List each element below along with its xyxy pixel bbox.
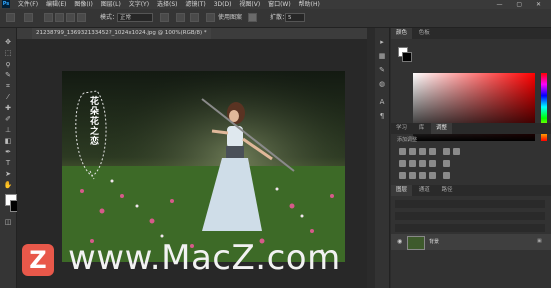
properties-icon[interactable]: ▦ (378, 52, 386, 60)
menu-help[interactable]: 帮助(H) (299, 0, 320, 9)
threshold-icon[interactable] (419, 172, 426, 179)
intersect-selection-icon[interactable] (77, 13, 86, 22)
menu-select[interactable]: 选择(S) (157, 0, 178, 9)
stamp-tool-icon[interactable]: ⊥ (3, 126, 13, 135)
pressure-icon[interactable] (160, 13, 169, 22)
invert-icon[interactable] (399, 172, 406, 179)
move-tool-icon[interactable]: ✥ (3, 38, 13, 47)
crop-tool-icon[interactable]: ⌗ (3, 82, 13, 91)
selective-color-icon[interactable] (443, 172, 450, 179)
mode-label: 模式： (100, 14, 119, 21)
canvas-vertical-text: 花朵花之恋 (90, 97, 100, 147)
pen-tool-icon[interactable]: ✒ (3, 148, 13, 157)
brightness-icon[interactable] (399, 148, 406, 155)
pattern-checkbox-icon[interactable] (206, 13, 215, 22)
color-lookup-icon[interactable] (443, 160, 450, 167)
watermark-text: www.MacZ.com (68, 238, 341, 278)
exposure-icon[interactable] (429, 148, 436, 155)
gradient-map-icon[interactable] (429, 172, 436, 179)
quick-select-tool-icon[interactable]: ✎ (3, 71, 13, 80)
menu-view[interactable]: 视图(V) (239, 0, 260, 9)
tool-preset-icon[interactable] (24, 13, 33, 22)
photo-filter-icon[interactable] (419, 160, 426, 167)
levels-icon[interactable] (409, 148, 416, 155)
type-tool-icon[interactable]: T (3, 159, 13, 168)
visibility-eye-icon[interactable]: ◉ (397, 238, 402, 245)
layer-row[interactable]: ◉ 背景 ▣ (391, 234, 551, 250)
menu-edit[interactable]: 编辑(E) (46, 0, 66, 9)
lock-fill-bar[interactable] (395, 224, 545, 232)
window-controls[interactable]: — ▢ ✕ (496, 0, 547, 9)
layer-name: 背景 (429, 239, 440, 245)
eraser-tool-icon[interactable]: ◧ (3, 137, 13, 146)
photoshop-logo-icon: Ps (2, 0, 10, 8)
pattern-picker[interactable] (248, 13, 257, 22)
history-icon[interactable]: ▸ (378, 38, 386, 46)
layers-panel-tabs: 图层 通道 路径 (391, 185, 551, 196)
menu-window[interactable]: 窗口(W) (268, 0, 291, 9)
menu-type[interactable]: 文字(Y) (129, 0, 149, 9)
healing-tool-icon[interactable]: ✚ (3, 104, 13, 113)
eyedropper-tool-icon[interactable]: ⁄ (3, 93, 13, 102)
photo-illustration (62, 71, 345, 262)
character-icon[interactable]: A (378, 98, 386, 106)
tab-adjustments[interactable]: 调整 (431, 123, 453, 134)
posterize-icon[interactable] (409, 172, 416, 179)
mode-select[interactable]: 正常 (117, 13, 153, 22)
color-balance-icon[interactable] (399, 160, 406, 167)
settings-icon[interactable] (176, 13, 185, 22)
tab-learn[interactable]: 学习 (391, 123, 412, 134)
paragraph-icon[interactable]: ¶ (378, 112, 386, 120)
tab-swatches[interactable]: 色板 (414, 28, 435, 39)
tab-channels[interactable]: 通道 (414, 185, 435, 196)
black-white-icon[interactable] (409, 160, 416, 167)
layer-filter-bar[interactable] (395, 200, 545, 208)
use-pattern-label: 使用图案 (218, 14, 243, 21)
menu-layer[interactable]: 图层(L) (101, 0, 121, 9)
marquee-tool-icon[interactable]: ⬚ (3, 49, 13, 58)
tab-color[interactable]: 颜色 (391, 28, 413, 39)
quick-mask-icon[interactable]: ◫ (3, 218, 13, 227)
menu-3d[interactable]: 3D(D) (214, 0, 232, 9)
hand-tool-icon[interactable]: ✋ (3, 181, 13, 190)
lasso-tool-icon[interactable]: ϙ (3, 60, 13, 69)
path-select-tool-icon[interactable]: ➤ (3, 170, 13, 179)
brush-tool-icon[interactable]: ✐ (3, 115, 13, 124)
document-tab-bar: 21238799_136932133452?_1024x1024.jpg @ 1… (17, 28, 367, 39)
paths-icon[interactable]: ◍ (378, 80, 386, 88)
tools-panel: ✥ ⬚ ϙ ✎ ⌗ ⁄ ✚ ✐ ⊥ ◧ ✒ T ➤ ✋ ◫ (0, 28, 22, 288)
add-selection-icon[interactable] (55, 13, 64, 22)
tab-libraries[interactable]: 库 (414, 123, 430, 134)
tab-paths[interactable]: 路径 (437, 185, 458, 196)
home-icon[interactable] (6, 13, 15, 22)
menu-bar: Ps 文件(F) 编辑(E) 图像(I) 图层(L) 文字(Y) 选择(S) 滤… (0, 0, 551, 9)
right-panels: 颜色 色板 学习 库 调整 添加调整 图层 通道 路径 ◉ 背景 ▣ (391, 28, 551, 288)
adjust-panel-tabs: 学习 库 调整 (391, 123, 551, 134)
channel-mixer-icon[interactable] (429, 160, 436, 167)
spread-input[interactable]: 5 (285, 13, 305, 22)
menu-file[interactable]: 文件(F) (18, 0, 38, 9)
tab-layers[interactable]: 图层 (391, 185, 413, 196)
lock-icon: ▣ (537, 238, 542, 244)
document-tab[interactable]: 21238799_136932133452?_1024x1024.jpg @ 1… (32, 28, 211, 39)
brush-settings-icon[interactable]: ✎ (378, 66, 386, 74)
layer-thumbnail (407, 236, 425, 250)
color-panel-bg-swatch[interactable] (402, 52, 412, 62)
color-panel-tabs: 颜色 色板 (391, 28, 551, 39)
curves-icon[interactable] (419, 148, 426, 155)
vibrance-icon[interactable] (443, 148, 450, 155)
image-canvas[interactable]: 花朵花之恋 (62, 71, 345, 262)
menu-image[interactable]: 图像(I) (74, 0, 92, 9)
menu-filter[interactable]: 滤镜(T) (185, 0, 205, 9)
options-bar: 模式： 正常 使用图案 扩散： 5 (0, 9, 551, 28)
macz-logo-icon: Z (22, 244, 54, 276)
panel-icon-strip: ▸ ▦ ✎ ◍ A ¶ (375, 28, 390, 288)
adjust-title: 添加调整 (397, 137, 418, 143)
subtract-selection-icon[interactable] (66, 13, 75, 22)
new-selection-icon[interactable] (44, 13, 53, 22)
hue-saturation-icon[interactable] (453, 148, 460, 155)
angle-icon[interactable] (190, 13, 199, 22)
blend-mode-bar[interactable] (395, 212, 545, 220)
